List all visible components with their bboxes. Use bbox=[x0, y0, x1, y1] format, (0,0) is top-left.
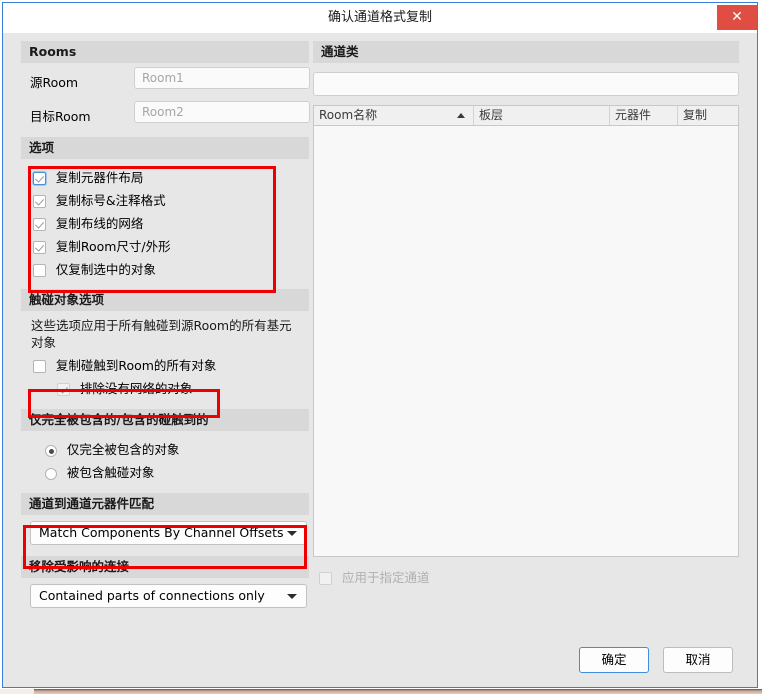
option-label: 排除没有网络的对象 bbox=[79, 381, 193, 396]
sort-ascending-icon bbox=[457, 113, 465, 118]
table-body[interactable] bbox=[314, 126, 738, 556]
chevron-down-icon bbox=[287, 531, 297, 536]
column-header-room-name[interactable]: Room名称 bbox=[314, 106, 474, 125]
containment-section-header: 仅完全被包含的/包含的碰触到的 bbox=[21, 409, 309, 431]
channel-class-table: Room名称 板层 元器件 复制 bbox=[313, 105, 739, 557]
apply-to-specific-channel-row: 应用于指定通道 bbox=[313, 567, 739, 586]
apply-to-specific-channel-label: 应用于指定通道 bbox=[341, 570, 430, 585]
column-header-components[interactable]: 元器件 bbox=[610, 106, 678, 125]
option-copy-component-layout[interactable]: 复制元器件布局 bbox=[21, 167, 309, 190]
target-room-label: 目标Room bbox=[30, 109, 91, 124]
checkbox-icon[interactable] bbox=[33, 241, 46, 254]
remove-connections-dropdown[interactable]: Contained parts of connections only bbox=[30, 584, 307, 608]
remove-connections-section-header: 移除受影响的连接 bbox=[21, 556, 309, 578]
options-list: 复制元器件布局 复制标号&注释格式 复制布线的网络 复制Room尺寸/外形 仅复… bbox=[21, 159, 309, 282]
option-copy-room-size[interactable]: 复制Room尺寸/外形 bbox=[21, 236, 309, 259]
dialog-title: 确认通道格式复制 bbox=[327, 10, 432, 25]
options-section-header: 选项 bbox=[21, 137, 309, 159]
radio-icon[interactable] bbox=[45, 468, 57, 480]
channel-match-section-header: 通道到通道元器件匹配 bbox=[21, 493, 309, 515]
checkbox-icon[interactable] bbox=[33, 195, 46, 208]
checkbox-icon[interactable] bbox=[33, 218, 46, 231]
remove-connections-value: Contained parts of connections only bbox=[39, 588, 265, 603]
target-room-row: 目标Room Room2 bbox=[21, 97, 310, 131]
table-header-row: Room名称 板层 元器件 复制 bbox=[314, 106, 738, 126]
column-header-layer[interactable]: 板层 bbox=[474, 106, 610, 125]
option-label: 复制碰触到Room的所有对象 bbox=[55, 358, 217, 373]
channel-class-section-header: 通道类 bbox=[313, 41, 739, 63]
radio-fully-contained[interactable]: 仅完全被包含的对象 bbox=[21, 439, 309, 462]
right-panel: 通道类 Room名称 板层 元器件 复制 应用于指定通道 bbox=[313, 41, 739, 586]
dialog-window: 确认通道格式复制 ✕ Rooms 源Room Room1 目标Room Room… bbox=[2, 2, 758, 688]
ok-button[interactable]: 确定 bbox=[579, 647, 649, 673]
dialog-footer: 确定 取消 bbox=[3, 639, 757, 689]
checkbox-icon[interactable] bbox=[33, 172, 46, 185]
option-label: 仅完全被包含的对象 bbox=[66, 442, 180, 457]
option-label: 被包含触碰对象 bbox=[66, 465, 155, 480]
channel-match-value: Match Components By Channel Offsets bbox=[39, 525, 284, 540]
left-panel: Rooms 源Room Room1 目标Room Room2 选项 复制元器件布… bbox=[21, 41, 310, 608]
taskbar-strip-left bbox=[0, 689, 34, 694]
source-room-label: 源Room bbox=[30, 75, 79, 90]
cancel-button[interactable]: 取消 bbox=[663, 647, 733, 673]
option-copy-routed-nets[interactable]: 复制布线的网络 bbox=[21, 213, 309, 236]
containment-radio-group: 仅完全被包含的对象 被包含触碰对象 bbox=[21, 431, 309, 485]
option-label: 复制元器件布局 bbox=[55, 170, 144, 185]
radio-contained-touching[interactable]: 被包含触碰对象 bbox=[21, 462, 309, 485]
option-copy-touching-room[interactable]: 复制碰触到Room的所有对象 bbox=[21, 355, 309, 378]
target-room-input[interactable]: Room2 bbox=[134, 101, 310, 123]
source-room-input[interactable]: Room1 bbox=[134, 67, 310, 89]
option-copy-designator-format[interactable]: 复制标号&注释格式 bbox=[21, 190, 309, 213]
checkbox-icon[interactable] bbox=[33, 360, 46, 373]
radio-icon[interactable] bbox=[45, 445, 57, 457]
rooms-section-header: Rooms bbox=[21, 41, 309, 63]
option-label: 仅复制选中的对象 bbox=[55, 262, 156, 277]
option-label: 复制Room尺寸/外形 bbox=[55, 239, 171, 254]
dialog-body: Rooms 源Room Room1 目标Room Room2 选项 复制元器件布… bbox=[3, 33, 757, 633]
channel-class-search-input[interactable] bbox=[313, 72, 739, 96]
source-room-row: 源Room Room1 bbox=[21, 63, 310, 97]
close-icon[interactable]: ✕ bbox=[717, 5, 757, 30]
checkbox-icon[interactable] bbox=[57, 383, 70, 396]
option-label: 复制布线的网络 bbox=[55, 216, 144, 231]
column-header-copy[interactable]: 复制 bbox=[678, 106, 738, 125]
checkbox-icon[interactable] bbox=[33, 264, 46, 277]
chevron-down-icon bbox=[287, 594, 297, 599]
channel-match-dropdown[interactable]: Match Components By Channel Offsets bbox=[30, 521, 307, 545]
touch-options-section-header: 触碰对象选项 bbox=[21, 289, 309, 311]
option-exclude-no-net[interactable]: 排除没有网络的对象 bbox=[21, 378, 309, 401]
touch-options-description: 这些选项应用于所有触碰到源Room的所有基元对象 bbox=[31, 318, 292, 350]
title-bar: 确认通道格式复制 ✕ bbox=[3, 3, 757, 33]
option-label: 复制标号&注释格式 bbox=[55, 193, 166, 208]
checkbox-icon bbox=[319, 572, 332, 585]
taskbar-strip bbox=[0, 689, 762, 694]
option-copy-selected-only[interactable]: 仅复制选中的对象 bbox=[21, 259, 309, 282]
